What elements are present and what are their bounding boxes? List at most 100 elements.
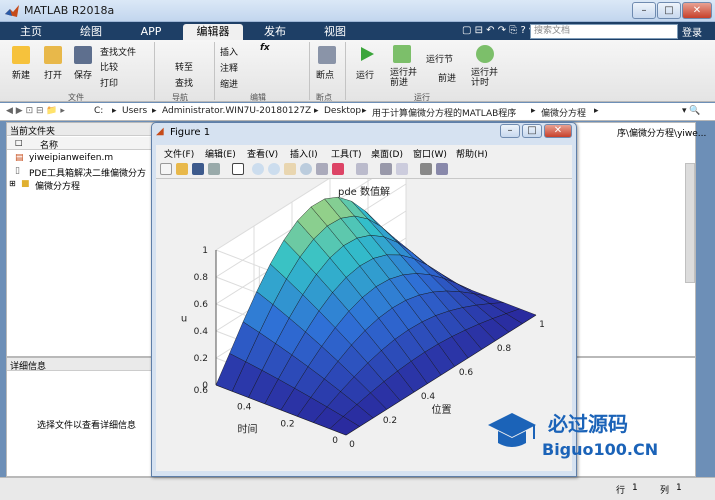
menu-view[interactable]: 查看(V) (247, 147, 278, 160)
legend-icon[interactable] (396, 163, 408, 175)
x-axis-label: 位置 (432, 403, 452, 416)
tab-apps[interactable]: APP (130, 24, 172, 40)
save-button[interactable]: 保存 (74, 68, 92, 81)
workspace-panel: 序\偏微分方程\yiwe... (568, 122, 706, 357)
z-tick-label: 1 (202, 246, 208, 256)
find-button[interactable]: 查找 (175, 76, 193, 89)
advance-button[interactable]: 前进 (438, 71, 456, 84)
watermark-en: Biguo100.CN (542, 440, 658, 459)
compare-button[interactable]: 比较 (100, 60, 118, 73)
tab-editor[interactable]: 编辑器 (183, 24, 243, 40)
colorbar-icon[interactable] (380, 163, 392, 175)
menu-desktop[interactable]: 桌面(D) (371, 147, 403, 160)
open-icon[interactable] (176, 163, 188, 175)
menu-help[interactable]: 帮助(H) (456, 147, 488, 160)
run-time-button[interactable]: 运行并 计时 (471, 68, 498, 88)
menu-edit[interactable]: 编辑(E) (205, 147, 236, 160)
crumb-sep: ▸ (314, 106, 319, 116)
fx-button[interactable]: fx (260, 43, 270, 53)
list-item[interactable]: 偏微分方程 (35, 179, 80, 192)
panel-title: 当前文件夹 (10, 127, 56, 137)
save-icon[interactable] (74, 46, 92, 64)
search-input[interactable]: 搜索文档 (530, 24, 678, 39)
tab-publish[interactable]: 发布 (254, 24, 296, 40)
scrollbar[interactable] (685, 163, 695, 283)
x-tick-label: 0 (349, 440, 355, 450)
new-figure-icon[interactable] (160, 163, 172, 175)
maximize-button[interactable]: □ (657, 2, 681, 19)
find-files-button[interactable]: 查找文件 (100, 45, 136, 58)
menu-file[interactable]: 文件(F) (164, 147, 194, 160)
rotate-icon[interactable] (300, 163, 312, 175)
run-button[interactable]: 运行 (356, 68, 374, 81)
divider (214, 42, 215, 100)
sort-icon[interactable]: □ (15, 138, 23, 147)
details-hint: 选择文件以查看详细信息 (37, 421, 137, 431)
panel-title: 详细信息 (10, 362, 47, 372)
crumb[interactable]: Desktop (324, 106, 361, 116)
fig-minimize-button[interactable]: – (500, 124, 520, 138)
crumb[interactable]: Users (122, 106, 147, 116)
print-button[interactable]: 打印 (100, 76, 118, 89)
run-advance-icon[interactable] (393, 45, 411, 63)
menu-window[interactable]: 窗口(W) (413, 147, 447, 160)
ribbon: 新建 打开 保存 查找文件 比较 打印 文件 转至 查找 导航 插入 fx 注释… (0, 40, 715, 102)
breakpoints-button[interactable]: 断点 (316, 68, 334, 81)
run-section-button[interactable]: 运行节 (426, 52, 453, 65)
crumb[interactable]: 用于计算偏微分方程的MATLAB程序 (372, 106, 516, 119)
login-link[interactable]: 登录 (682, 24, 702, 39)
data-cursor-icon[interactable] (316, 163, 328, 175)
z-tick-label: 0 (202, 381, 208, 391)
list-item[interactable]: PDE工具箱解决二维偏微分方 (29, 166, 146, 179)
quick-access-icons[interactable]: ▢ ⊟ ↶ ↷ ⎘ ? ▾ (462, 25, 534, 36)
tab-plots[interactable]: 绘图 (70, 24, 112, 40)
crumb[interactable]: 偏微分方程 (541, 106, 586, 119)
pan-icon[interactable] (284, 163, 296, 175)
watermark-logo: 必过源码 Biguo100.CN (488, 412, 658, 459)
zoom-out-icon[interactable] (268, 163, 280, 175)
new-button[interactable]: 新建 (12, 68, 30, 81)
open-button[interactable]: 打开 (44, 68, 62, 81)
tab-view[interactable]: 视图 (314, 24, 356, 40)
link-icon[interactable] (356, 163, 368, 175)
indent-button[interactable]: 缩进 (220, 77, 238, 90)
z-tick-label: 0.4 (194, 327, 209, 337)
list-item[interactable]: yiweipianweifen.m (29, 153, 113, 163)
run-icon[interactable] (358, 45, 376, 63)
run-time-icon[interactable] (476, 45, 494, 63)
new-icon[interactable] (12, 46, 30, 64)
crumb[interactable]: Administrator.WIN7U-20180127Z (162, 106, 311, 116)
pointer-icon[interactable] (232, 163, 244, 175)
menu-insert[interactable]: 插入(I) (290, 147, 318, 160)
y-tick-label: 0 (332, 436, 338, 446)
goto-button[interactable]: 转至 (175, 60, 193, 73)
print-icon[interactable] (208, 163, 220, 175)
show-tools-icon[interactable] (436, 163, 448, 175)
zoom-in-icon[interactable] (252, 163, 264, 175)
tab-home[interactable]: 主页 (10, 24, 52, 40)
brush-icon[interactable] (332, 163, 344, 175)
minimize-button[interactable]: – (632, 2, 656, 19)
insert-button[interactable]: 插入 (220, 45, 238, 58)
hide-tools-icon[interactable] (420, 163, 432, 175)
nav-arrows-icon[interactable]: ◀ ▶ ⊡ ⊟ 📁 ▸ (6, 106, 65, 116)
breakpoints-icon[interactable] (318, 46, 336, 64)
fig-maximize-button[interactable]: □ (522, 124, 542, 138)
crumb[interactable]: C: (94, 106, 103, 116)
file-icon: ▯ (15, 166, 20, 176)
run-advance-button[interactable]: 运行并 前进 (390, 68, 417, 88)
column-header-name[interactable]: 名称 (40, 138, 58, 151)
close-button[interactable]: ✕ (682, 2, 712, 19)
save-icon[interactable] (192, 163, 204, 175)
browse-icon[interactable]: ▾ 🔍 (682, 106, 701, 116)
menu-tools[interactable]: 工具(T) (331, 147, 362, 160)
comment-button[interactable]: 注释 (220, 61, 238, 74)
divider (345, 42, 346, 100)
crumb-sep: ▸ (362, 106, 367, 116)
chart-title: pde 数值解 (338, 185, 390, 198)
open-folder-icon[interactable] (44, 46, 62, 64)
row-value: 1 (632, 483, 638, 493)
expand-icon[interactable]: ⊞ (9, 179, 16, 188)
fig-close-button[interactable]: ✕ (544, 124, 572, 138)
group-label-nav: 导航 (172, 93, 188, 102)
